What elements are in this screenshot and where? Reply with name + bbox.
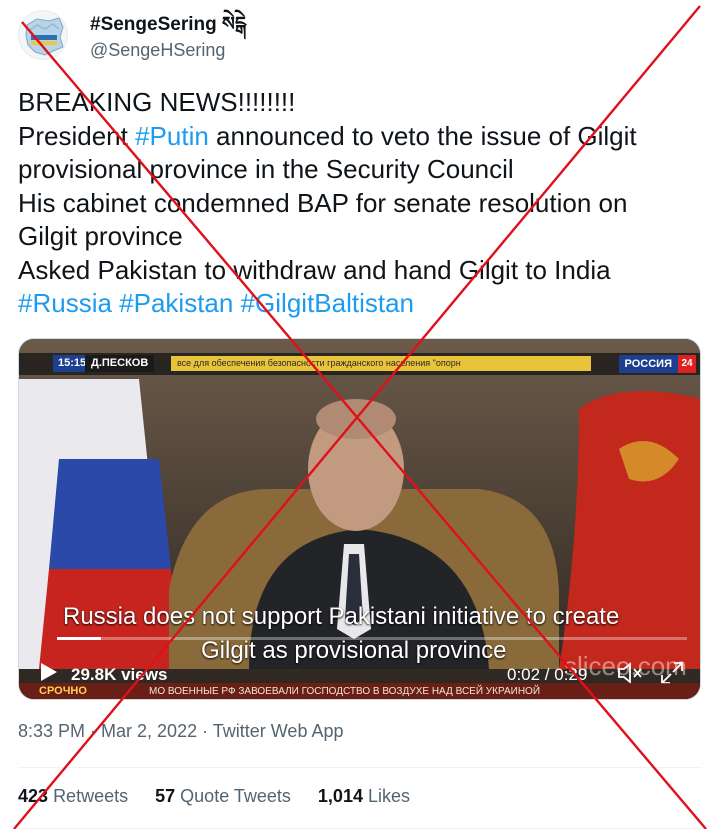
- video-progress-fill: [57, 637, 102, 640]
- channel-logo: РОССИЯ: [618, 355, 678, 373]
- tweet-text-segment: [233, 288, 240, 318]
- fullscreen-button[interactable]: [660, 661, 684, 685]
- tweet-text-line: President #Putin announced to veto the i…: [18, 120, 708, 154]
- tweet-text-segment: Gilgit province: [18, 221, 183, 251]
- tweet-text-segment: provisional province in the Security Cou…: [18, 154, 514, 184]
- tweet-timestamp-source[interactable]: 8:33 PM · Mar 2, 2022 · Twitter Web App: [18, 721, 344, 742]
- likes-stat[interactable]: 1,014 Likes: [318, 786, 410, 806]
- retweets-label: Retweets: [53, 786, 129, 806]
- tweet-text-segment: President: [18, 120, 136, 151]
- video-subtitle-line-1: Russia does not support Pakistani initia…: [63, 603, 620, 630]
- view-count: 29.8K views: [71, 665, 168, 684]
- channel-number: 24: [678, 355, 696, 373]
- video-player[interactable]: 15:15 Д.ПЕСКОВ все для обеспечения безоп…: [18, 338, 701, 700]
- hashtag-link[interactable]: #Pakistan: [119, 288, 233, 318]
- ticker-strip: все для обеспечения безопасности граждан…: [171, 356, 591, 371]
- likes-label: Likes: [367, 786, 411, 806]
- author-handle[interactable]: @SengeHSering: [90, 38, 246, 62]
- divider: [18, 767, 702, 768]
- video-subtitle-line-2: Gilgit as provisional province: [201, 637, 507, 664]
- tweet-text-segment: announced to veto the issue of Gilgit: [208, 120, 637, 151]
- quote-tweets-label: Quote Tweets: [180, 786, 291, 806]
- quote-tweets-stat[interactable]: 57 Quote Tweets: [155, 786, 296, 806]
- tweet-text-segment: BREAKING NEWS!!!!!!!!: [18, 87, 296, 117]
- speaker-muted-icon: [618, 662, 642, 684]
- tweet-text-line: Gilgit province: [18, 220, 708, 254]
- hashtag-link[interactable]: #Russia: [18, 288, 112, 318]
- retweets-stat[interactable]: 423 Retweets: [18, 786, 133, 806]
- quote-tweets-count: 57: [155, 786, 176, 806]
- tweet-text-line: BREAKING NEWS!!!!!!!!: [18, 86, 708, 120]
- hashtag-link[interactable]: #Putin: [135, 121, 209, 151]
- likes-count: 1,014: [317, 786, 363, 806]
- tweet-text-segment: Asked Pakistan to withdraw and hand Gilg…: [18, 254, 611, 285]
- mute-button[interactable]: [617, 661, 643, 685]
- hashtag-link[interactable]: #GilgitBaltistan: [241, 288, 414, 318]
- tweet-text-segment: His cabinet condemned BAP for senate res…: [18, 187, 628, 218]
- map-logo-icon: [25, 17, 64, 56]
- ticker-speaker-name: Д.ПЕСКОВ: [85, 355, 155, 372]
- tweet-stats: 423 Retweets 57 Quote Tweets 1,014 Likes: [18, 786, 432, 807]
- tweet-text: BREAKING NEWS!!!!!!!! President #Putin an…: [18, 86, 708, 321]
- expand-icon: [661, 662, 683, 684]
- author-display-name[interactable]: #SengeSering སེངྒེ: [90, 12, 246, 38]
- play-button[interactable]: [37, 661, 59, 683]
- lower-tag: СРОЧНО: [39, 685, 87, 697]
- tweet-text-line: #Russia #Pakistan #GilgitBaltistan: [18, 287, 708, 321]
- tweet-text-line: Asked Pakistan to withdraw and hand Gilg…: [18, 254, 708, 288]
- tweet-text-line: provisional province in the Security Cou…: [18, 153, 708, 187]
- tweet-header: #SengeSering སེངྒེ @SengeHSering: [18, 10, 702, 64]
- avatar[interactable]: [18, 10, 68, 60]
- play-icon: [41, 663, 57, 681]
- retweets-count: 423: [18, 786, 49, 806]
- video-timecode: 0:02 / 0:29: [507, 665, 588, 684]
- lower-ticker-text: МО ВОЕННЫЕ РФ ЗАВОЕВАЛИ ГОСПОДСТВО В ВОЗ…: [149, 686, 541, 697]
- tweet-text-line: His cabinet condemned BAP for senate res…: [18, 187, 708, 221]
